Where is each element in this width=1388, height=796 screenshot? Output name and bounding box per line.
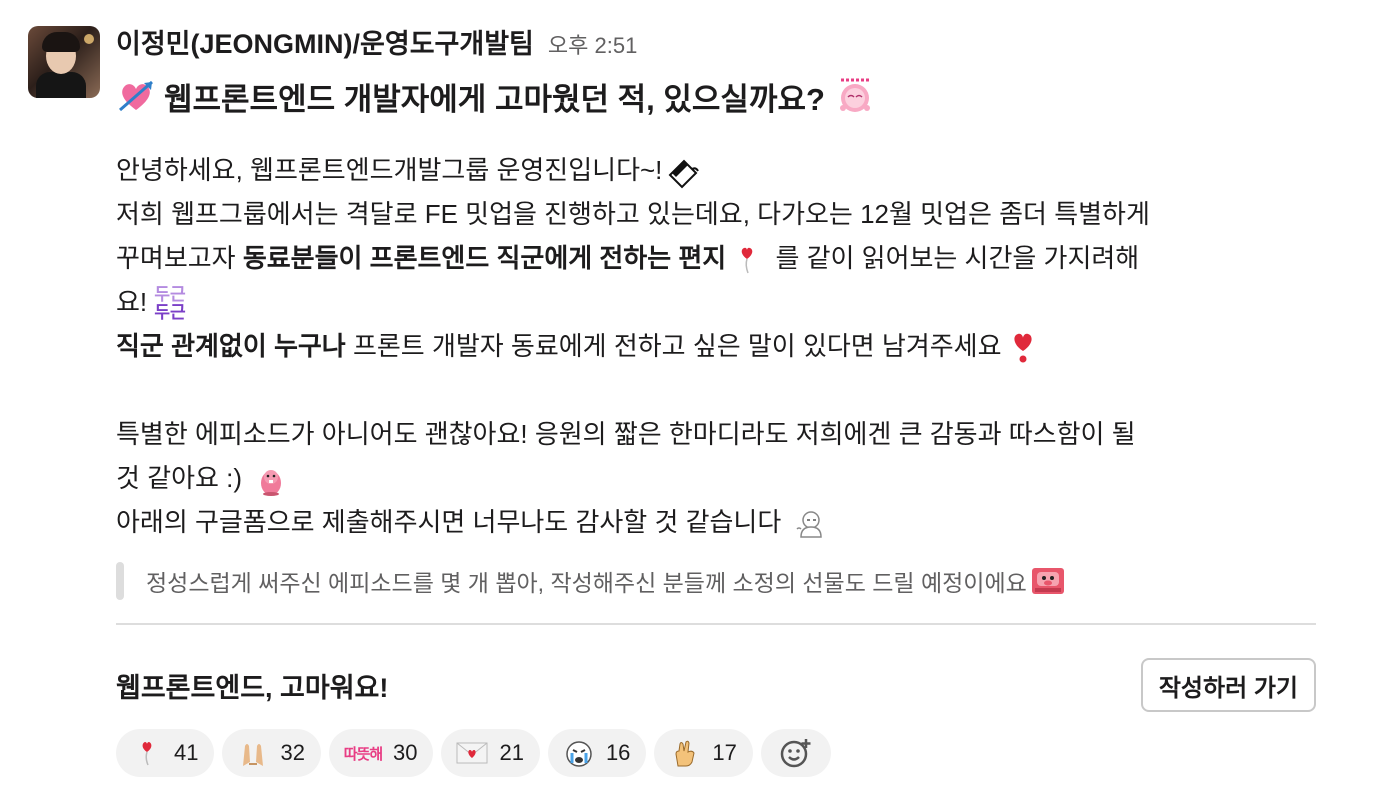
pink-beaver-icon [261,470,282,497]
love-letter-icon [455,736,489,770]
reaction-ttatteuthae[interactable]: 따뜻해 30 [328,729,434,777]
body-text-6: 특별한 에피소드가 아니어도 괜찮아요! 응원의 짧은 한마디라도 저희에겐 큰… [116,419,1136,449]
reaction-count: 21 [499,740,524,765]
body-text-2: 저희 웹프그룹에서는 격달로 FE 밋업을 진행하고 있는데요, 다가오는 12… [116,199,1150,229]
body-line: 저희 웹프그룹에서는 격달로 FE 밋업을 진행하고 있는데요, 다가오는 12… [116,192,1306,236]
ttatteuthae-text-emoji-icon: 따뜻해 [343,745,383,763]
pig-gift-icon [1031,568,1064,594]
body-line: 것 같아요 :) [116,456,1306,500]
cta-title: 웹프론트엔드, 고마워요! [116,672,389,703]
heavy-heart-exclamation-icon [1013,333,1032,363]
reaction-hand-sign[interactable]: 17 [654,729,753,777]
reaction-crying-face[interactable]: 16 [547,729,647,777]
balloon-heart-icon [741,247,753,274]
avatar-body [36,72,86,98]
reaction-folded-hands[interactable]: 32 [222,729,321,777]
reaction-bar: 41 32 따뜻해 30 21 16 17 [116,729,831,777]
message-title-text: 웹프론트엔드 개발자에게 고마웠던 적, 있으실까요? [164,81,825,117]
body-text-5-bold: 직군 관계없이 누구나 [116,331,346,361]
blockquote: 정성스럽게 써주신 에피소드를 몇 개 뽑아, 작성해주신 분들께 소정의 선물… [116,562,1316,600]
message-body: 안녕하세요, 웹프론트엔드개발그룹 운영진입니다~! 저희 웹프그룹에서는 격달… [116,148,1306,544]
body-line: 직군 관계없이 누구나 프론트 개발자 동료에게 전하고 싶은 말이 있다면 남… [116,324,1306,368]
body-text-8: 아래의 구글폼으로 제출해주시면 너무나도 감사할 것 같습니다 [116,507,782,537]
body-text-3a: 꾸며보고자 [116,243,243,273]
reaction-count: 41 [174,740,199,765]
body-text-5: 프론트 개발자 동료에게 전하고 싶은 말이 있다면 남겨주세요 [345,331,1002,361]
reaction-count: 32 [280,740,305,765]
folded-hands-icon [236,736,270,770]
add-emoji-icon [779,736,813,770]
message-timestamp[interactable]: 오후 2:51 [548,28,637,60]
body-text-3b: 를 같이 읽어보는 시간을 가지려해 [768,243,1140,273]
reaction-count: 17 [712,740,737,765]
body-line: 아래의 구글폼으로 제출해주시면 너무나도 감사할 것 같습니다 [116,500,1306,544]
thank-you-character-icon [839,78,870,112]
message-content: 이정민(JEONGMIN)/운영도구개발팀 오후 2:51 웹프론트엔드 개발자… [116,22,1316,600]
reaction-count: 30 [392,740,418,765]
reaction-love-letter[interactable]: 21 [441,729,540,777]
blockquote-bar [116,562,124,600]
heart-with-arrow-icon [119,80,153,112]
dugeun-icon: 두근 두근 [154,286,185,322]
body-text-3-bold: 동료분들이 프론트엔드 직군에게 전하는 편지 [242,243,727,273]
clapper-board-icon [668,159,700,189]
add-reaction-button[interactable] [760,729,831,777]
body-text-1: 안녕하세요, 웹프론트엔드개발그룹 운영진입니다~! [116,155,663,185]
body-line: 특별한 에피소드가 아니어도 괜찮아요! 응원의 짧은 한마디라도 저희에겐 큰… [116,412,1306,456]
body-line: 요! 두근 두근 [116,280,1306,324]
sender-avatar[interactable] [28,26,100,98]
write-button[interactable]: 작성하러 가기 [1140,658,1316,712]
cta-section: 웹프론트엔드, 고마워요! 작성하러 가기 [116,656,1316,714]
reaction-balloon-heart[interactable]: 41 [116,729,215,777]
message-header: 이정민(JEONGMIN)/운영도구개발팀 오후 2:51 [116,22,1316,62]
crying-face-icon [562,736,596,770]
body-text-7: 것 같아요 :) [116,463,243,493]
body-text-4: 요! [116,287,148,317]
body-line: 안녕하세요, 웹프론트엔드개발그룹 운영진입니다~! [116,148,1306,192]
dugeun-text-top: 두근 [154,285,186,305]
section-divider [116,623,1316,625]
blockquote-text: 정성스럽게 써주신 에피소드를 몇 개 뽑아, 작성해주신 분들께 소정의 선물… [146,570,1027,596]
body-line: 꾸며보고자 동료분들이 프론트엔드 직군에게 전하는 편지 를 같이 읽어보는 … [116,236,1306,280]
dugeun-text-bottom: 두근 [154,303,186,323]
reaction-count: 16 [605,740,631,765]
balloon-heart-icon [130,736,164,770]
sender-name[interactable]: 이정민(JEONGMIN)/운영도구개발팀 [116,22,534,61]
avatar-hair [42,32,80,52]
hand-sign-icon [668,736,702,770]
bowing-character-icon [796,511,823,538]
avatar-light [84,34,94,44]
message-title: 웹프론트엔드 개발자에게 고마웠던 적, 있으실까요? [116,72,1316,120]
